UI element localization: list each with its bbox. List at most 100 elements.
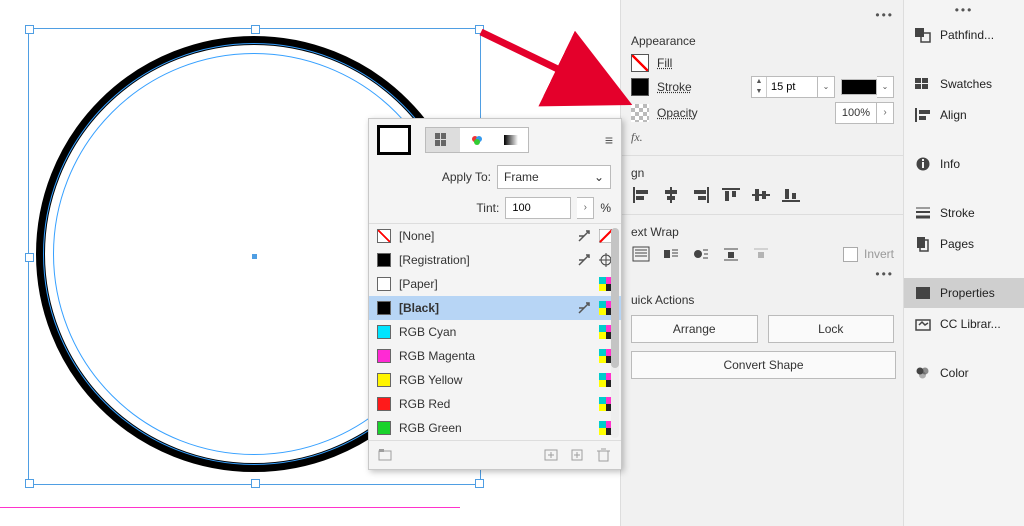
swatch-name: RGB Magenta <box>399 349 569 363</box>
apply-to-select[interactable]: Frame⌄ <box>497 165 611 189</box>
panel-tab-color[interactable]: Color <box>904 358 1024 389</box>
swatch-item[interactable]: [Black] <box>369 296 621 320</box>
invert-checkbox[interactable] <box>843 247 858 262</box>
gradient-icon[interactable] <box>494 128 528 152</box>
panel-tab-label: Pages <box>940 237 974 251</box>
fill-stroke-proxy[interactable] <box>377 125 411 155</box>
swatch-name: RGB Cyan <box>399 325 569 339</box>
fill-label[interactable]: Fill <box>657 56 672 70</box>
stroke-style-preview[interactable] <box>841 79 877 95</box>
opacity-value[interactable]: 100% <box>835 102 877 124</box>
panel-tab-cclibs[interactable]: CC Librar... <box>904 309 1024 340</box>
opacity-label[interactable]: Opacity <box>657 106 698 120</box>
arrange-button[interactable]: Arrange <box>631 315 758 343</box>
info-icon <box>914 156 932 172</box>
add-to-cc-icon[interactable] <box>543 447 561 463</box>
wrap-jump-icon[interactable] <box>721 245 741 263</box>
stroke-swatch[interactable] <box>631 78 649 96</box>
convert-shape-button[interactable]: Convert Shape <box>631 351 896 379</box>
new-group-icon[interactable] <box>377 447 395 463</box>
swatch-name: [Paper] <box>399 277 569 291</box>
tint-dropdown[interactable]: › <box>577 197 594 219</box>
panel-menu-icon[interactable]: ••• <box>631 8 894 24</box>
align-bottom-icon[interactable] <box>781 186 801 204</box>
panel-tab-label: Info <box>940 157 960 171</box>
appearance-heading: Appearance <box>631 34 894 48</box>
align-right-icon[interactable] <box>691 186 711 204</box>
trash-icon[interactable] <box>595 447 613 463</box>
swatch-footer <box>369 440 621 469</box>
swatch-item[interactable]: RGB Yellow <box>369 368 621 392</box>
wrap-jumpcol-icon[interactable] <box>751 245 771 263</box>
swatch-item[interactable]: [Registration] <box>369 248 621 272</box>
apply-to-label: Apply To: <box>442 170 491 184</box>
stroke-weight-dropdown[interactable]: ⌄ <box>818 76 835 98</box>
color-icon <box>914 365 932 381</box>
swatch-name: [None] <box>399 229 569 243</box>
panel-tab-align[interactable]: Align <box>904 100 1024 131</box>
resize-handle[interactable] <box>25 25 34 34</box>
panel-tab-pathfinder[interactable]: Pathfind... <box>904 20 1024 51</box>
scrollbar-thumb[interactable] <box>611 228 619 368</box>
opacity-dropdown[interactable]: › <box>877 102 894 124</box>
fx-button[interactable]: fx. <box>631 130 894 145</box>
swatch-item[interactable]: [Paper] <box>369 272 621 296</box>
swatch-grid-icon[interactable] <box>426 128 460 152</box>
align-left-icon[interactable] <box>631 186 651 204</box>
align-vcenter-icon[interactable] <box>751 186 771 204</box>
resize-handle[interactable] <box>25 479 34 488</box>
lock-button[interactable]: Lock <box>768 315 895 343</box>
panel-tab-info[interactable]: Info <box>904 149 1024 180</box>
resize-handle[interactable] <box>475 25 484 34</box>
swatch-item[interactable]: RGB Green <box>369 416 621 440</box>
resize-handle[interactable] <box>25 253 34 262</box>
swatch-item[interactable]: RGB Cyan <box>369 320 621 344</box>
panel-tab-pages[interactable]: Pages <box>904 229 1024 260</box>
resize-handle[interactable] <box>251 25 260 34</box>
tint-input[interactable] <box>505 197 571 219</box>
panel-tab-label: Properties <box>940 286 995 300</box>
stroke-weight-input[interactable] <box>767 81 817 93</box>
resize-handle[interactable] <box>475 479 484 488</box>
swatch-item[interactable]: [None] <box>369 224 621 248</box>
panel-tab-properties[interactable]: Properties <box>904 278 1024 309</box>
panel-tab-label: CC Librar... <box>940 317 1001 331</box>
wrap-none-icon[interactable] <box>631 245 651 263</box>
properties-icon <box>914 285 932 301</box>
stroke-weight-stepper[interactable]: ▲▼ <box>751 76 818 98</box>
panel-submenu-icon[interactable]: ••• <box>631 267 894 283</box>
new-swatch-icon[interactable] <box>569 447 587 463</box>
swatch-item[interactable]: RGB Magenta <box>369 344 621 368</box>
pathfinder-icon <box>914 27 932 43</box>
stroke-label[interactable]: Stroke <box>657 80 692 94</box>
panel-tab-label: Swatches <box>940 77 992 91</box>
textwrap-heading-partial: ext Wrap <box>631 225 894 239</box>
panel-tab-label: Align <box>940 108 967 122</box>
panel-tab-swatches[interactable]: Swatches <box>904 69 1024 100</box>
wrap-bbox-icon[interactable] <box>661 245 681 263</box>
panel-tab-stroke[interactable]: Stroke <box>904 198 1024 229</box>
align-top-icon[interactable] <box>721 186 741 204</box>
align-buttons-row <box>631 186 894 204</box>
opacity-icon <box>631 104 649 122</box>
wrap-shape-icon[interactable] <box>691 245 711 263</box>
swatches-icon <box>914 76 932 92</box>
panel-tab-label: Pathfind... <box>940 28 994 42</box>
swatch-item[interactable]: RGB Red <box>369 392 621 416</box>
swatch-name: RGB Yellow <box>399 373 569 387</box>
fill-swatch[interactable] <box>631 54 649 72</box>
popup-menu-icon[interactable]: ≡ <box>605 132 613 148</box>
color-mixer-icon[interactable] <box>460 128 494 152</box>
tint-suffix: % <box>600 201 611 215</box>
tint-label: Tint: <box>476 201 499 215</box>
swatch-name: [Registration] <box>399 253 569 267</box>
dock-menu-icon[interactable]: ••• <box>904 0 1024 20</box>
resize-handle[interactable] <box>251 479 260 488</box>
stroke-style-dropdown[interactable]: ⌄ <box>877 76 894 98</box>
properties-panel: ••• Appearance Fill Stroke ▲▼ ⌄ ⌄ Opacit… <box>620 0 904 526</box>
align-hcenter-icon[interactable] <box>661 186 681 204</box>
quick-actions-heading-partial: uick Actions <box>631 293 894 307</box>
pages-icon <box>914 236 932 252</box>
panel-tab-label: Color <box>940 366 969 380</box>
align-icon <box>914 107 932 123</box>
